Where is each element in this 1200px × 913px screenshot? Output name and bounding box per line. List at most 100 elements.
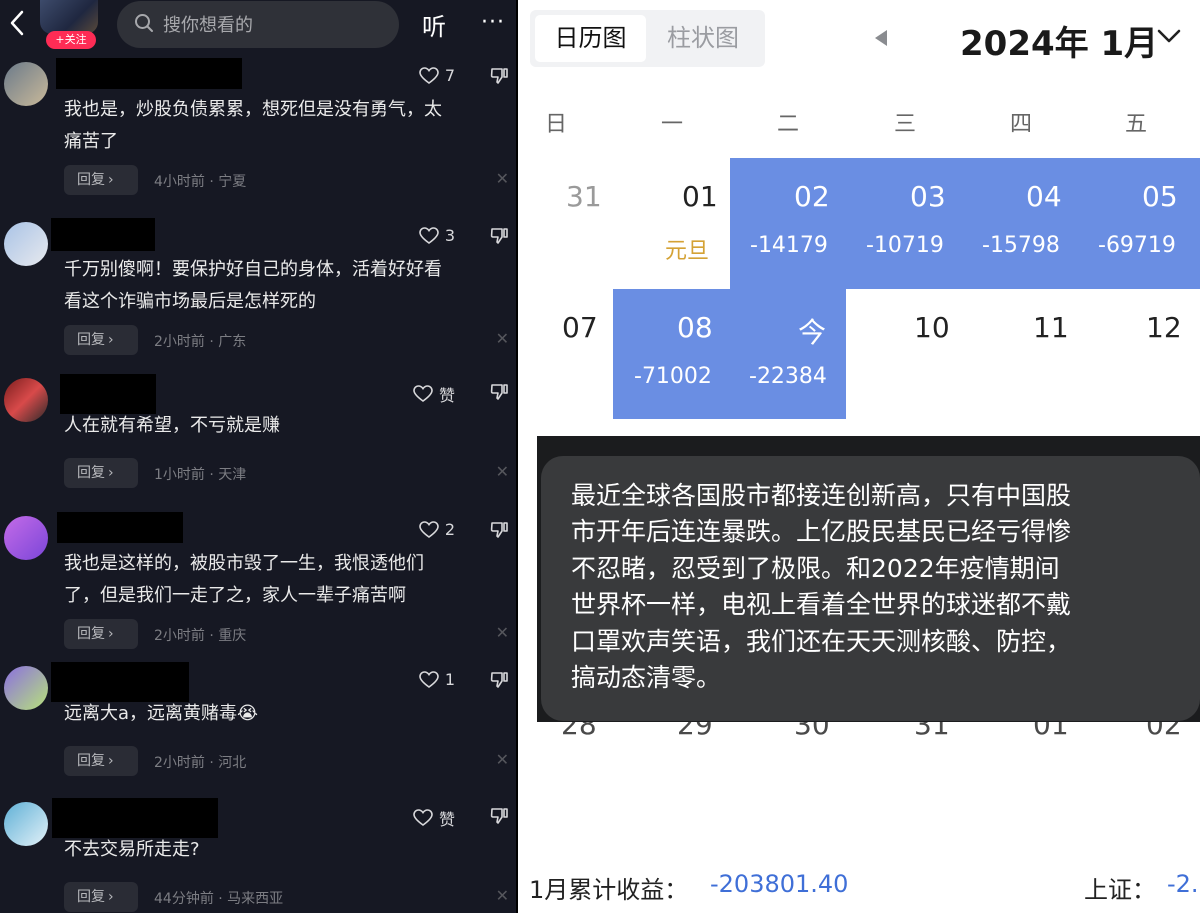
daily-pnl: -69719 — [1098, 233, 1176, 258]
like-button[interactable]: 1 — [419, 670, 455, 689]
like-count: 赞 — [438, 810, 455, 829]
calendar-day[interactable]: 31 — [566, 180, 602, 213]
reply-label: 回复 — [77, 172, 105, 188]
comment-text: 千万别傻啊！要保护好自己的身体，活着好好看 看这个诈骗市场最后是怎样死的 — [64, 254, 509, 318]
chevron-down-icon[interactable] — [1154, 24, 1184, 48]
like-count: 1 — [444, 670, 455, 689]
commenter-avatar[interactable] — [4, 62, 48, 106]
calendar-day[interactable]: 11 — [1033, 311, 1069, 344]
dislike-icon[interactable] — [489, 66, 509, 86]
calendar-day[interactable]: 05 — [1142, 180, 1178, 213]
tab-bar-chart[interactable]: 柱状图 — [645, 15, 761, 62]
close-icon[interactable]: ✕ — [496, 886, 509, 905]
comment-meta: 2小时前 · 重庆 — [154, 628, 247, 644]
daily-pnl: -71002 — [634, 364, 712, 389]
index-label: 上证： — [1084, 876, 1156, 904]
calendar-day[interactable]: 03 — [910, 180, 946, 213]
redacted-username — [56, 58, 242, 89]
chevron-right-icon: › — [108, 332, 114, 348]
comment-text: 远离大a，远离黄赌毒😭 — [64, 698, 509, 730]
commenter-avatar[interactable] — [4, 222, 48, 266]
top-bar: +关注 搜你想看的 听 ··· — [0, 0, 517, 50]
close-icon[interactable]: ✕ — [496, 623, 509, 642]
like-button[interactable]: 赞 — [413, 806, 455, 830]
listen-button[interactable]: 听 — [422, 7, 446, 42]
calendar-day[interactable]: 07 — [562, 311, 598, 344]
back-arrow-icon[interactable] — [6, 8, 28, 38]
message-line: 口罩欢声笑语，我们还在天天测核酸、防控， — [571, 626, 1072, 656]
daily-pnl: -15798 — [982, 233, 1060, 258]
comment-meta: 44分钟前 · 马来西亚 — [154, 891, 284, 907]
calendar-day-today[interactable]: 今 — [798, 311, 826, 351]
comment-line: 痛苦了 — [64, 131, 118, 152]
follow-button[interactable]: +关注 — [46, 31, 96, 49]
close-icon[interactable]: ✕ — [496, 462, 509, 481]
dislike-icon[interactable] — [489, 520, 509, 540]
comment-line: 了，但是我们一走了之，家人一辈子痛苦啊 — [64, 585, 406, 606]
calendar-day[interactable]: 08 — [677, 311, 713, 344]
chevron-right-icon: › — [108, 889, 114, 905]
redacted-username — [60, 374, 156, 414]
prev-month-icon[interactable] — [873, 28, 889, 48]
message-line: 世界杯一样，电视上看着全世界的球迷都不戴 — [571, 590, 1072, 620]
heart-icon — [419, 66, 439, 84]
search-input[interactable] — [117, 1, 399, 48]
like-count: 2 — [444, 520, 455, 539]
like-button[interactable]: 7 — [419, 66, 455, 85]
comment-text: 不去交易所走走? — [64, 834, 509, 866]
chevron-right-icon: › — [108, 172, 114, 188]
dislike-icon[interactable] — [489, 226, 509, 246]
commenter-avatar[interactable] — [4, 666, 48, 710]
month-title[interactable]: 2024年 1月 — [960, 16, 1158, 65]
like-button[interactable]: 3 — [419, 226, 455, 245]
reply-button[interactable]: 回复 › — [64, 746, 138, 776]
calendar-day[interactable]: 10 — [914, 311, 950, 344]
comment-meta: 2小时前 · 广东 — [154, 334, 247, 350]
weekday-thu: 四 — [1009, 112, 1032, 137]
calendar-day[interactable]: 02 — [794, 180, 830, 213]
dislike-icon[interactable] — [489, 670, 509, 690]
close-icon[interactable]: ✕ — [496, 329, 509, 348]
reply-button[interactable]: 回复 › — [64, 458, 138, 488]
reply-button[interactable]: 回复 › — [64, 619, 138, 649]
author-avatar[interactable] — [40, 0, 98, 34]
like-button[interactable]: 赞 — [413, 382, 455, 406]
chevron-right-icon: › — [108, 626, 114, 642]
dislike-icon[interactable] — [489, 382, 509, 402]
calendar-day[interactable]: 12 — [1146, 311, 1182, 344]
heart-icon — [413, 809, 433, 826]
reply-label: 回复 — [77, 753, 105, 769]
redacted-username — [51, 662, 189, 702]
loss-days-highlight — [730, 158, 1200, 289]
chevron-right-icon: › — [108, 753, 114, 769]
reply-button[interactable]: 回复 › — [64, 165, 138, 195]
message-line: 搞动态清零。 — [571, 663, 722, 693]
calendar-day[interactable]: 04 — [1026, 180, 1062, 213]
holiday-label: 元旦 — [665, 239, 710, 264]
calendar-day[interactable]: 01 — [682, 180, 718, 213]
weekday-sun: 日 — [544, 112, 567, 137]
heart-icon — [413, 385, 433, 402]
close-icon[interactable]: ✕ — [496, 750, 509, 769]
weekday-tue: 二 — [776, 112, 799, 137]
comment-line: 远离大a，远离黄赌毒😭 — [64, 703, 259, 724]
redacted-username — [52, 798, 218, 838]
comment-line: 我也是，炒股负债累累，想死但是没有勇气，太 — [64, 99, 442, 120]
more-icon[interactable]: ··· — [481, 10, 505, 35]
reply-button[interactable]: 回复 › — [64, 882, 138, 912]
tab-calendar[interactable]: 日历图 — [535, 15, 646, 62]
commenter-avatar[interactable] — [4, 802, 48, 846]
index-value: -2. — [1167, 870, 1199, 898]
search-icon — [135, 14, 153, 32]
commenter-avatar[interactable] — [4, 378, 48, 422]
comment-text: 人在就有希望，不亏就是赚 — [64, 410, 509, 442]
redacted-username — [51, 218, 155, 251]
like-count: 赞 — [438, 386, 455, 405]
reply-button[interactable]: 回复 › — [64, 325, 138, 355]
comment-panel: +关注 搜你想看的 听 ··· 7 我也是，炒股负债累累，想死但是没有勇气，太 痛苦… — [0, 0, 517, 913]
like-button[interactable]: 2 — [419, 520, 455, 539]
close-icon[interactable]: ✕ — [496, 169, 509, 188]
reply-label: 回复 — [77, 626, 105, 642]
dislike-icon[interactable] — [489, 806, 509, 826]
commenter-avatar[interactable] — [4, 516, 48, 560]
